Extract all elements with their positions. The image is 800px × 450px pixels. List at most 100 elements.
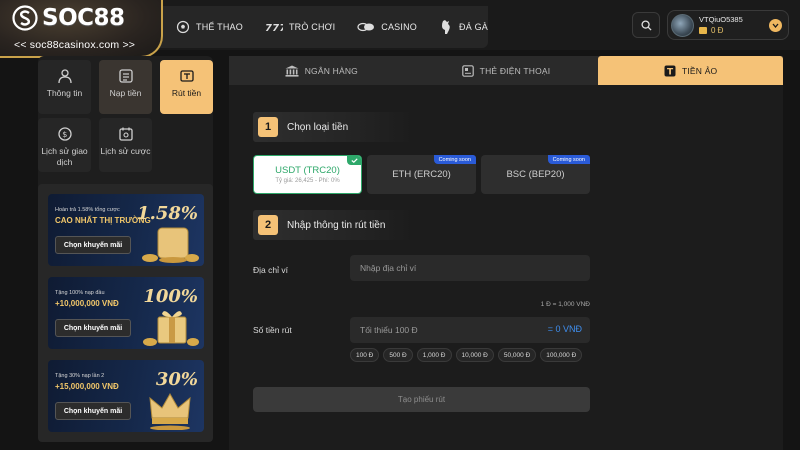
avatar[interactable]	[671, 14, 694, 37]
tab-the-dien-thoai[interactable]: THẺ ĐIỆN THOẠI	[414, 56, 599, 85]
nav-item-da-ga[interactable]: ĐÁ GÀ	[439, 19, 488, 35]
coin-name: USDT (TRC20)	[275, 165, 340, 176]
svg-text:777: 777	[265, 23, 283, 33]
wallet-address-label: Địa chỉ ví	[253, 265, 288, 275]
gold-coins-icon	[142, 227, 199, 263]
choose-promo-button[interactable]: Chọn khuyến mãi	[55, 236, 131, 254]
nav-label: THỂ THAO	[196, 22, 243, 32]
site-url: << soc88casinox.com >>	[14, 39, 136, 51]
nav-item-casino[interactable]: CASINO	[357, 21, 417, 33]
tab-tien-ao[interactable]: T TIỀN ẢO	[598, 56, 784, 85]
rooster-icon	[442, 20, 450, 34]
username: VTQiuO5385	[699, 15, 743, 24]
sidebar-item-label: Rút tiền	[171, 88, 202, 98]
transaction-history-icon: $	[57, 127, 72, 141]
check-icon	[347, 156, 361, 165]
step-select-currency: 1 Chọn loại tiền	[253, 112, 413, 142]
promo-subtitle: Hoàn trả 1.58% tổng cược	[55, 207, 120, 213]
bet-history-icon	[118, 127, 133, 141]
svg-text:$: $	[62, 130, 67, 139]
bank-icon	[285, 65, 299, 77]
main-nav: THỂ THAO 777 TRÒ CHƠI CASINO ĐÁ GÀ	[150, 6, 488, 48]
sidebar-item-rut-tien[interactable]: Rút tiền	[160, 60, 213, 114]
coin-rate: Tỷ giá: 26,425 - Phí: 0%	[275, 178, 340, 184]
slot-777-icon: 777	[265, 23, 283, 33]
soc88-logo-icon	[12, 5, 38, 31]
coin-option-eth[interactable]: Coming soon ETH (ERC20)	[367, 155, 476, 194]
exchange-rate-note: 1 Đ = 1,000 VNĐ	[540, 301, 590, 308]
coin-option-usdt[interactable]: USDT (TRC20) Tỷ giá: 26,425 - Phí: 0%	[253, 155, 362, 194]
tab-label: NGÂN HÀNG	[304, 65, 358, 76]
coin-name: BSC (BEP20)	[506, 169, 565, 180]
search-button[interactable]	[632, 12, 660, 38]
logo-lockup: SOC88	[12, 5, 125, 31]
poker-chips-icon	[357, 22, 375, 32]
logo-wordmark: SOC88	[42, 5, 125, 31]
chevron-down-icon	[772, 23, 779, 28]
nav-item-tro-choi[interactable]: 777 TRÒ CHƠI	[265, 21, 335, 33]
deposit-icon	[118, 69, 133, 83]
quick-amount-chip[interactable]: 10,000 Đ	[455, 348, 494, 362]
svg-text:T: T	[667, 67, 674, 77]
nav-label: TRÒ CHƠI	[288, 22, 336, 32]
soccer-icon	[176, 20, 190, 34]
nav-item-the-thao[interactable]: THỂ THAO	[176, 20, 243, 34]
sidebar-item-lich-su-giao-dich[interactable]: $ Lịch sử giao dịch	[38, 118, 91, 172]
quick-amount-chip[interactable]: 500 Đ	[383, 348, 413, 362]
tab-ngan-hang[interactable]: NGÂN HÀNG	[229, 56, 414, 85]
phone-card-icon	[461, 64, 474, 77]
wallet-address-input[interactable]	[350, 255, 590, 281]
crown-icon	[149, 392, 191, 430]
promo-percent: 30%	[155, 369, 198, 390]
nav-label: ĐÁ GÀ	[459, 22, 489, 32]
amount-vnd-equivalent: = 0 VNĐ	[547, 324, 582, 334]
promo-subtitle: Tặng 100% nạp đầu	[55, 290, 105, 296]
promo-headline: +15,000,000 VNĐ	[55, 382, 119, 391]
sidebar-item-label: Lịch sử cược	[100, 146, 151, 156]
user-account-box[interactable]: VTQiuO5385 0 Đ	[667, 10, 789, 40]
promo-headline: +10,000,000 VNĐ	[55, 299, 119, 308]
step-number: 1	[258, 117, 278, 137]
step-number: 2	[258, 215, 278, 235]
quick-amount-chip[interactable]: 100 Đ	[350, 348, 380, 362]
coin-option-bsc[interactable]: Coming soon BSC (BEP20)	[481, 155, 590, 194]
user-dropdown-button[interactable]	[769, 19, 782, 32]
coming-soon-badge: Coming soon	[547, 155, 590, 164]
quick-amount-chip[interactable]: 1,000 Đ	[416, 348, 452, 362]
sidebar-item-thong-tin[interactable]: Thông tin	[38, 60, 91, 114]
promo-card[interactable]: Hoàn trả 1.58% tổng cược CAO NHẤT THỊ TR…	[48, 194, 204, 266]
nav-label: CASINO	[381, 22, 417, 32]
promo-subtitle: Tặng 30% nạp lần 2	[55, 373, 105, 379]
sidebar-item-lich-su-cuoc[interactable]: Lịch sử cược	[99, 118, 152, 172]
promo-card[interactable]: Tặng 30% nạp lần 2 +15,000,000 VNĐ Chọn …	[48, 360, 204, 432]
create-withdraw-button[interactable]: Tạo phiếu rút	[253, 387, 590, 412]
sidebar-item-label: Lịch sử giao dịch	[41, 146, 88, 167]
sidebar-item-label: Thông tin	[46, 88, 83, 98]
account-sidebar: Thông tin Nạp tiền Rút tiền $ Lịch sử gi…	[38, 56, 213, 442]
sidebar-item-nap-tien[interactable]: Nạp tiền	[99, 60, 152, 114]
quick-amount-chip[interactable]: 100,000 Đ	[540, 348, 583, 362]
quick-amount-chip[interactable]: 50,000 Đ	[497, 348, 537, 362]
step-withdraw-info: 2 Nhập thông tin rút tiền	[253, 210, 413, 240]
tab-label: TIỀN ẢO	[681, 65, 718, 76]
balance-value: 0 Đ	[711, 26, 724, 35]
withdraw-panel: NGÂN HÀNG THẺ ĐIỆN THOẠI T TIỀN ẢO 1 Chọ…	[229, 56, 784, 450]
coin-name: ETH (ERC20)	[392, 169, 451, 180]
brand-logo[interactable]: SOC88 << soc88casinox.com >>	[0, 0, 163, 58]
user-icon	[57, 69, 72, 84]
choose-promo-button[interactable]: Chọn khuyến mãi	[55, 402, 131, 420]
gift-box-icon	[143, 311, 199, 346]
step-title: Chọn loại tiền	[287, 121, 349, 133]
tab-label: THẺ ĐIỆN THOẠI	[479, 65, 551, 76]
choose-promo-button[interactable]: Chọn khuyến mãi	[55, 319, 131, 337]
amount-label: Số tiền rút	[253, 325, 292, 335]
payment-method-tabs: NGÂN HÀNG THẺ ĐIỆN THOẠI T TIỀN ẢO	[229, 56, 784, 85]
withdraw-icon	[179, 70, 194, 82]
promo-card[interactable]: Tặng 100% nạp đầu +10,000,000 VNĐ Chọn k…	[48, 277, 204, 349]
tether-icon: T	[664, 65, 676, 77]
promo-percent: 1.58%	[137, 203, 198, 224]
promotions-panel: Hoàn trả 1.58% tổng cược CAO NHẤT THỊ TR…	[38, 184, 213, 442]
wallet-balance: 0 Đ	[699, 26, 723, 35]
sidebar-item-label: Nạp tiền	[109, 88, 142, 98]
search-icon	[640, 19, 652, 31]
